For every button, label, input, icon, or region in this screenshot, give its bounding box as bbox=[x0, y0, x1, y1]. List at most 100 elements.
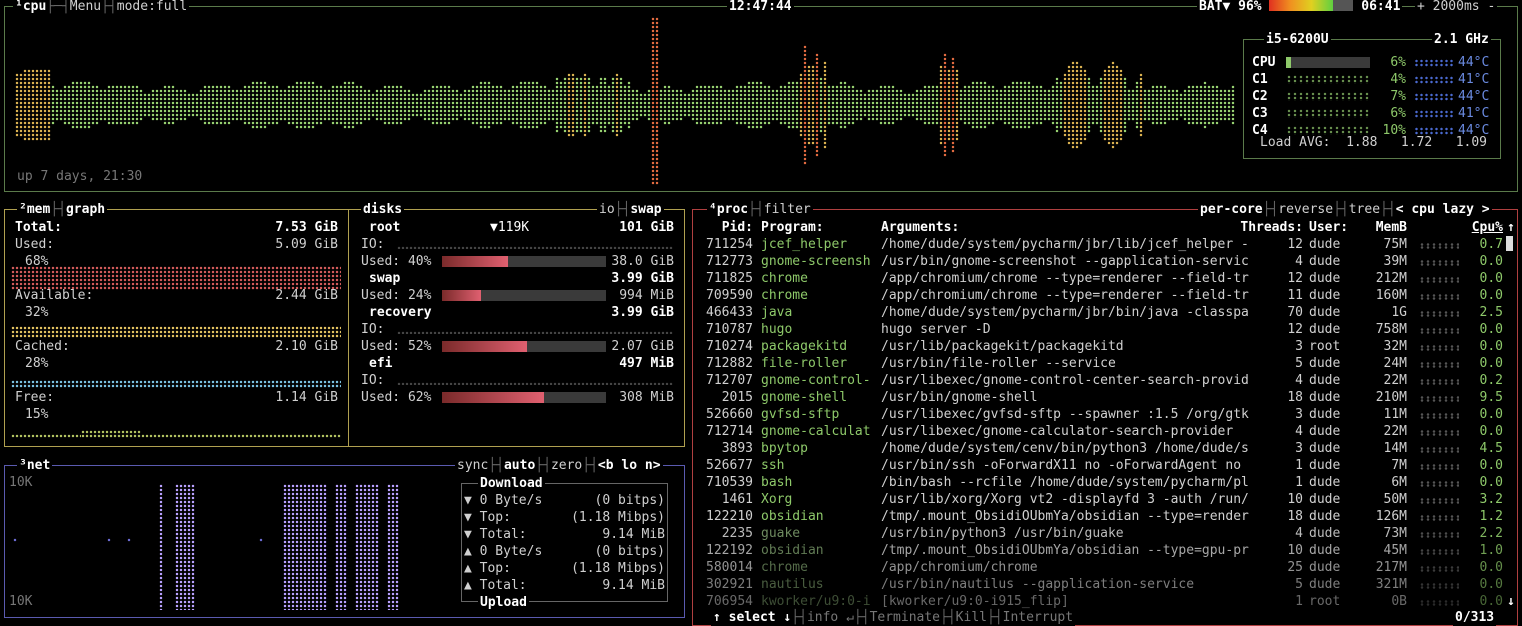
proc-cpu: 0.7 bbox=[1479, 237, 1503, 252]
proc-arguments: /usr/lib/xorg/Xorg vt2 -displayfd 3 -aut… bbox=[881, 492, 1249, 507]
sort-selector[interactable]: < cpu lazy > bbox=[1396, 202, 1490, 217]
header-pid[interactable]: Pid: bbox=[722, 219, 753, 236]
mem-cached-label: Cached: bbox=[15, 339, 70, 354]
per-core-toggle[interactable]: per-core bbox=[1200, 202, 1263, 217]
proc-program: bash bbox=[761, 475, 793, 490]
proc-mem: 758M bbox=[1375, 322, 1407, 337]
proc-pid: 711825 bbox=[706, 271, 753, 286]
header-threads[interactable]: Threads: bbox=[1240, 219, 1303, 236]
proc-cpu-graph bbox=[1419, 464, 1459, 470]
kill-button[interactable]: Kill bbox=[956, 610, 987, 625]
load-15: 1.09 bbox=[1455, 135, 1488, 150]
table-row[interactable]: 706954 kworker/u9:0-i [kworker/u9:0-i915_f… bbox=[693, 593, 1517, 610]
table-row[interactable]: 711825 chrome/app/chromium/chrome --type=… bbox=[693, 270, 1517, 287]
core-mini-graph bbox=[1286, 75, 1370, 84]
disks-tab[interactable]: disks bbox=[363, 202, 402, 217]
proc-pid: 526677 bbox=[706, 458, 753, 473]
proc-user: dude bbox=[1309, 424, 1341, 439]
net-zero-toggle[interactable]: zero bbox=[551, 458, 582, 473]
temp-mini-graph bbox=[1414, 110, 1454, 118]
cpu-total-meter bbox=[1286, 57, 1370, 68]
table-row[interactable]: 122192 obsidian/tmp/.mount_ObsidiOUbmYa/o… bbox=[693, 542, 1517, 559]
proc-cpu: 0.0 bbox=[1479, 356, 1503, 371]
proc-filter[interactable]: filter bbox=[764, 202, 811, 217]
header-program[interactable]: Program: bbox=[761, 219, 824, 236]
proc-cpu-graph bbox=[1419, 430, 1459, 436]
table-row[interactable]: 526660 gvfsd-sftp/usr/libexec/gvfsd-sftp … bbox=[693, 406, 1517, 423]
table-row[interactable]: 580014 chrome/app/chromium/chrome 25 dude 21… bbox=[693, 559, 1517, 576]
cpu-row-name: C2 bbox=[1252, 89, 1268, 104]
proc-arguments: /usr/bin/python3 /usr/bin/guake bbox=[881, 526, 1124, 541]
net-stat-value: (0 bitps) bbox=[594, 493, 665, 508]
net-auto-toggle[interactable]: auto bbox=[504, 458, 535, 473]
net-sync-toggle[interactable]: sync bbox=[457, 458, 488, 473]
cpu-row-percent: 7% bbox=[1390, 89, 1406, 104]
scrollbar-thumb[interactable] bbox=[1506, 236, 1513, 251]
proc-mem: 0B bbox=[1391, 594, 1407, 609]
net-tab[interactable]: ³net bbox=[17, 457, 53, 474]
table-row[interactable]: 712714 gnome-calculat/usr/libexec/gnome-c… bbox=[693, 423, 1517, 440]
proc-pid: 710539 bbox=[706, 475, 753, 490]
table-row[interactable]: 122210 obsidian/tmp/.mount_ObsidiOUbmYa/o… bbox=[693, 508, 1517, 525]
table-row[interactable]: 1461 Xorg/usr/lib/xorg/Xorg vt2 -displayf… bbox=[693, 491, 1517, 508]
header-cpu[interactable]: Cpu% bbox=[1472, 219, 1503, 236]
mem-graph-toggle[interactable]: graph bbox=[66, 202, 105, 217]
disk-io-graph bbox=[397, 331, 673, 334]
table-row[interactable]: 466433 java/home/dude/system/pycharm/jbr/… bbox=[693, 304, 1517, 321]
proc-cpu: 0.0 bbox=[1479, 424, 1503, 439]
proc-threads: 18 bbox=[1287, 390, 1303, 405]
header-mem[interactable]: MemB bbox=[1376, 219, 1407, 236]
info-button[interactable]: info ↵ bbox=[807, 610, 854, 625]
table-row[interactable]: 711254 jcef_helper/home/dude/system/pycha… bbox=[693, 236, 1517, 253]
reverse-toggle[interactable]: reverse bbox=[1278, 202, 1333, 217]
net-stat-label: ▼ 0 Byte/s bbox=[464, 493, 543, 508]
menu-button[interactable]: Menu bbox=[70, 0, 101, 14]
disks-swap-toggle[interactable]: swap bbox=[630, 202, 661, 217]
terminate-button[interactable]: Terminate bbox=[870, 610, 940, 625]
proc-threads: 1 bbox=[1295, 594, 1303, 609]
scroll-up-arrow[interactable]: ↑ bbox=[1507, 219, 1515, 236]
proc-cpu-graph bbox=[1419, 362, 1459, 368]
cpu-row-temp: 44°C bbox=[1458, 55, 1490, 70]
table-row[interactable]: 712773 gnome-screensh/usr/bin/gnome-scree… bbox=[693, 253, 1517, 270]
process-count: 0/313 bbox=[1453, 609, 1497, 626]
proc-cpu-graph bbox=[1419, 311, 1459, 317]
cpu-tab[interactable]: ¹cpu bbox=[15, 0, 46, 14]
proc-cpu: 0.0 bbox=[1479, 594, 1503, 609]
proc-program: gnome-calculat bbox=[761, 424, 871, 439]
cpu-model: i5-6200U bbox=[1264, 31, 1331, 48]
net-interface-selector[interactable]: <b lo n> bbox=[598, 458, 661, 473]
disk-io-label: IO: bbox=[361, 322, 385, 337]
proc-cpu: 3.2 bbox=[1479, 492, 1503, 507]
table-row[interactable]: 2235 guake/usr/bin/python3 /usr/bin/guake… bbox=[693, 525, 1517, 542]
table-row[interactable]: 709590 chrome/app/chromium/chrome --type=… bbox=[693, 287, 1517, 304]
header-user[interactable]: User: bbox=[1309, 219, 1348, 236]
table-row[interactable]: 302921 nautilus/usr/bin/nautilus --gappli… bbox=[693, 576, 1517, 593]
proc-arguments: /app/chromium/chrome --type=renderer --f… bbox=[881, 271, 1249, 286]
update-interval[interactable]: + 2000ms - bbox=[1415, 0, 1498, 15]
tree-toggle[interactable]: tree bbox=[1349, 202, 1380, 217]
table-row[interactable]: 526677 ssh/usr/bin/ssh -oForwardX11 no -o… bbox=[693, 457, 1517, 474]
cpu-frequency: 2.1 GHz bbox=[1432, 31, 1491, 48]
select-control[interactable]: ↑ select ↓ bbox=[713, 610, 791, 625]
proc-user: dude bbox=[1309, 254, 1341, 269]
table-row[interactable]: 710787 hugo hugo server -D 12 dude 758M 0.0 bbox=[693, 321, 1517, 338]
table-row[interactable]: 3893 bpytop/home/dude/system/cenv/bin/pyt… bbox=[693, 440, 1517, 457]
scroll-down-arrow[interactable]: ↓ bbox=[1507, 593, 1515, 610]
load-1: 1.88 bbox=[1346, 135, 1378, 150]
upload-label: Upload bbox=[478, 594, 529, 611]
disk-used-percent: 24% bbox=[407, 288, 432, 303]
header-arguments[interactable]: Arguments: bbox=[881, 219, 959, 236]
disks-io-toggle[interactable]: io bbox=[599, 202, 615, 217]
mem-tab[interactable]: ²mem bbox=[19, 202, 50, 217]
table-row[interactable]: 2015 gnome-shell/usr/bin/gnome-shell 18 dud… bbox=[693, 389, 1517, 406]
table-row[interactable]: 712882 file-roller/usr/bin/file-roller --… bbox=[693, 355, 1517, 372]
table-row[interactable]: 710539 bash/bin/bash --rcfile /home/dude/… bbox=[693, 474, 1517, 491]
table-row[interactable]: 712707 gnome-control- /usr/libexec/gnome-c… bbox=[693, 372, 1517, 389]
cpu-row-percent: 6% bbox=[1390, 55, 1406, 70]
proc-tab[interactable]: ⁴proc bbox=[709, 202, 748, 217]
interrupt-button[interactable]: Interrupt bbox=[1003, 610, 1073, 625]
proc-cpu-graph bbox=[1419, 345, 1459, 351]
mode-toggle[interactable]: mode:full bbox=[117, 0, 187, 14]
table-row[interactable]: 710274 packagekitd/usr/lib/packagekit/pac… bbox=[693, 338, 1517, 355]
